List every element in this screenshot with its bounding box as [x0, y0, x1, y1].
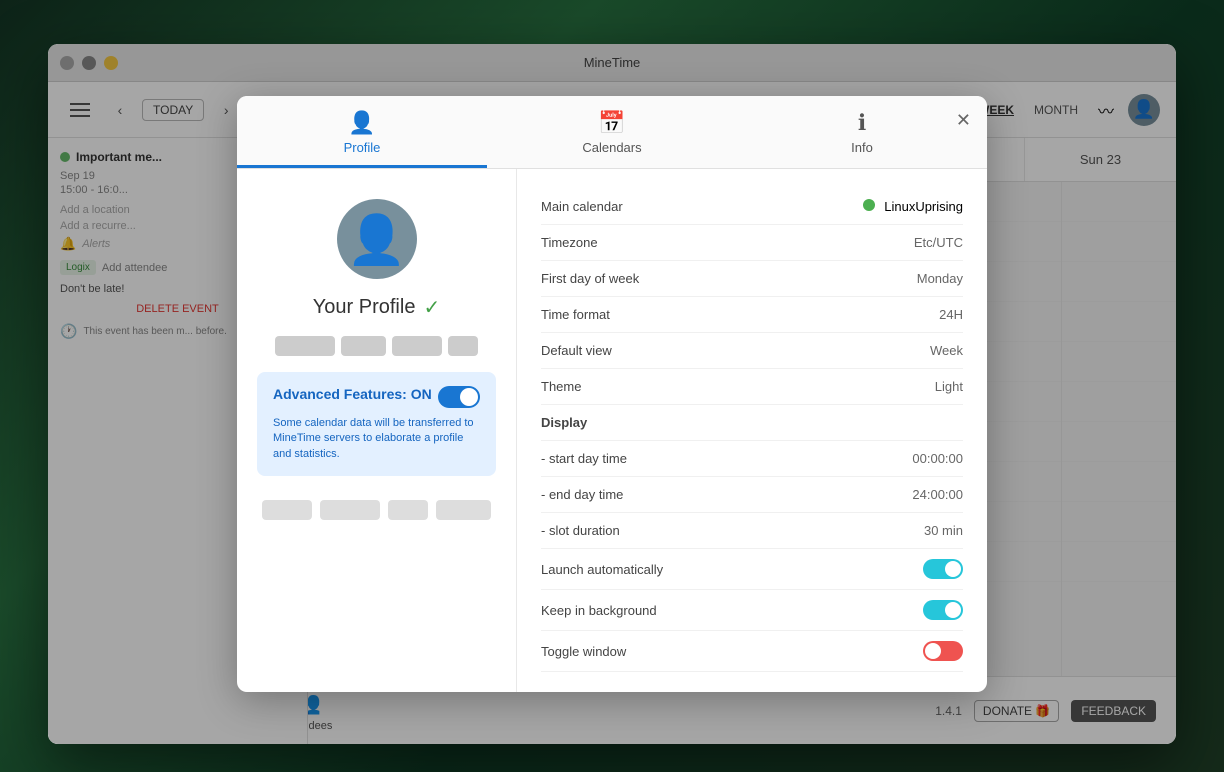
- app-body: ‹ TODAY › September 2018 DAY AGENDA WEEK…: [48, 82, 1176, 744]
- profile-title: Your Profile: [313, 296, 416, 319]
- setting-first-day: First day of week Monday: [541, 261, 963, 297]
- slot-duration-value: 30 min: [924, 523, 963, 538]
- setting-default-view: Default view Week: [541, 333, 963, 369]
- launch-auto-label: Launch automatically: [541, 562, 663, 577]
- start-day-label: - start day time: [541, 451, 627, 466]
- first-day-value: Monday: [917, 271, 963, 286]
- main-calendar-value: LinuxUprising: [863, 199, 963, 214]
- setting-time-format: Time format 24H: [541, 297, 963, 333]
- timezone-label: Timezone: [541, 235, 598, 250]
- keep-bg-toggle[interactable]: [923, 600, 963, 620]
- profile-panel: 👤 Your Profile ✓: [237, 169, 517, 692]
- profile-blur-row-1: [257, 336, 496, 356]
- advanced-desc: Some calendar data will be transferred t…: [273, 416, 480, 462]
- settings-modal: 👤 Profile 📅 Calendars ℹ Info: [237, 96, 987, 692]
- first-day-label: First day of week: [541, 271, 639, 286]
- toggle-knob: [945, 561, 961, 577]
- toggle-knob: [925, 643, 941, 659]
- calendars-tab-icon: 📅: [598, 110, 625, 136]
- time-format-value: 24H: [939, 307, 963, 322]
- default-view-label: Default view: [541, 343, 612, 358]
- modal-body: 👤 Your Profile ✓: [237, 169, 987, 692]
- setting-toggle-window: Toggle window: [541, 631, 963, 672]
- settings-panel: Main calendar LinuxUprising Timezone Etc…: [517, 169, 987, 692]
- end-day-label: - end day time: [541, 487, 623, 502]
- setting-launch-auto: Launch automatically: [541, 549, 963, 590]
- blur-block: [392, 336, 442, 356]
- advanced-title: Advanced Features: ON: [273, 386, 432, 402]
- advanced-toggle[interactable]: [438, 386, 480, 408]
- blur-block: [262, 500, 312, 520]
- app-window: MineTime ‹ TODAY › September 2018 DAY AG…: [48, 44, 1176, 744]
- blur-block: [448, 336, 478, 356]
- keep-bg-label: Keep in background: [541, 603, 657, 618]
- setting-main-calendar: Main calendar LinuxUprising: [541, 189, 963, 225]
- start-day-value: 00:00:00: [912, 451, 963, 466]
- setting-timezone: Timezone Etc/UTC: [541, 225, 963, 261]
- theme-label: Theme: [541, 379, 581, 394]
- setting-theme: Theme Light: [541, 369, 963, 405]
- blur-block: [275, 336, 335, 356]
- profile-tab-icon: 👤: [348, 110, 375, 136]
- info-tab-icon: ℹ: [858, 110, 866, 136]
- setting-start-day: - start day time 00:00:00: [541, 441, 963, 477]
- calendars-tab-label: Calendars: [582, 140, 641, 155]
- profile-avatar: 👤: [337, 199, 417, 279]
- advanced-features-box: Advanced Features: ON Some calendar data…: [257, 372, 496, 476]
- end-day-value: 24:00:00: [912, 487, 963, 502]
- default-view-value: Week: [930, 343, 963, 358]
- launch-auto-toggle[interactable]: [923, 559, 963, 579]
- timezone-value: Etc/UTC: [914, 235, 963, 250]
- profile-title-row: Your Profile ✓: [313, 295, 440, 320]
- setting-end-day: - end day time 24:00:00: [541, 477, 963, 513]
- advanced-toggle-row: Advanced Features: ON: [273, 386, 480, 408]
- toggle-window-label: Toggle window: [541, 644, 626, 659]
- tab-profile[interactable]: 👤 Profile: [237, 96, 487, 168]
- time-format-label: Time format: [541, 307, 610, 322]
- calendar-dot: [863, 199, 875, 211]
- profile-blur-row-2: [257, 500, 496, 520]
- theme-value: Light: [935, 379, 963, 394]
- profile-check-icon: ✓: [423, 295, 440, 320]
- toggle-knob: [460, 388, 478, 406]
- tab-calendars[interactable]: 📅 Calendars: [487, 96, 737, 168]
- toggle-window-toggle[interactable]: [923, 641, 963, 661]
- blur-block: [388, 500, 428, 520]
- modal-tabs: 👤 Profile 📅 Calendars ℹ Info: [237, 96, 987, 169]
- setting-keep-bg: Keep in background: [541, 590, 963, 631]
- modal-wrapper: 👤 Profile 📅 Calendars ℹ Info: [237, 96, 987, 692]
- setting-slot-duration: - slot duration 30 min: [541, 513, 963, 549]
- blur-block: [436, 500, 491, 520]
- display-header-label: Display: [541, 415, 587, 430]
- main-calendar-label: Main calendar: [541, 199, 623, 214]
- profile-tab-label: Profile: [344, 140, 381, 155]
- info-tab-label: Info: [851, 140, 873, 155]
- blur-block: [320, 500, 380, 520]
- modal-close-button[interactable]: ✕: [956, 110, 971, 131]
- setting-display-header: Display: [541, 405, 963, 441]
- modal-overlay: 👤 Profile 📅 Calendars ℹ Info: [48, 44, 1176, 744]
- toggle-knob: [945, 602, 961, 618]
- blur-block: [341, 336, 386, 356]
- slot-duration-label: - slot duration: [541, 523, 620, 538]
- tab-info[interactable]: ℹ Info: [737, 96, 987, 168]
